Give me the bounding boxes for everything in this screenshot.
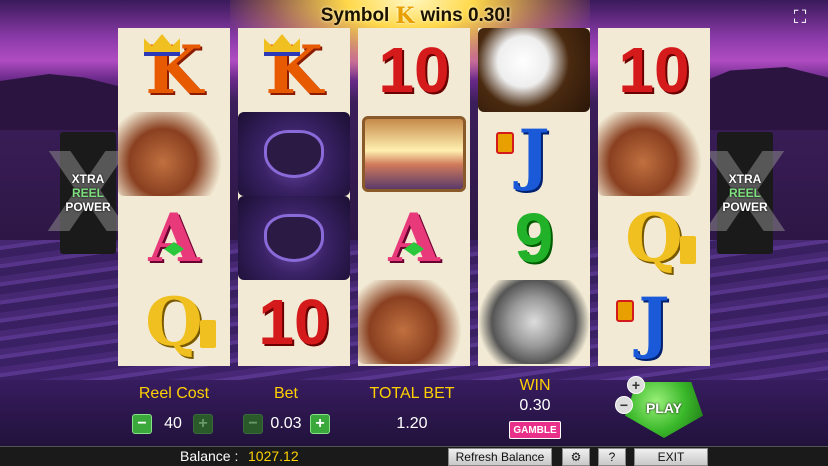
reel-2-cell-4: 10 [238, 280, 350, 364]
symbol-q: Q [145, 283, 203, 361]
reel-1: K A Q [118, 28, 230, 366]
side-right-line3: POWER [722, 200, 768, 214]
symbol-j: J [638, 283, 670, 361]
total-bet-value: 1.20 [396, 415, 428, 432]
settings-gear-icon[interactable]: ⚙ [562, 448, 590, 466]
symbol-10: 10 [618, 34, 690, 106]
fullscreen-icon[interactable]: ⛶ [788, 6, 812, 28]
symbol-a: A [388, 199, 440, 277]
symbol-10: 10 [258, 286, 330, 358]
autoplay-plus-button[interactable]: + [627, 376, 645, 394]
bet-minus-button[interactable]: − [243, 414, 263, 434]
win-value: 0.30 [519, 397, 551, 414]
crown-icon [200, 320, 216, 348]
reel-cost-plus-button[interactable]: + [193, 414, 213, 434]
side-right-line1: XTRA [728, 172, 762, 186]
win-banner: Symbol K wins 0.30! [300, 2, 532, 30]
side-left-line3: POWER [65, 200, 111, 214]
reel-cost-label: Reel Cost [138, 385, 210, 402]
elk-symbol-icon [118, 112, 230, 196]
reel-3-cell-3: A [358, 196, 470, 280]
symbol-a: A [148, 199, 200, 277]
reel-2-cell-1: K [238, 28, 350, 112]
refresh-balance-button[interactable]: Refresh Balance [448, 448, 552, 466]
side-left-line1: XTRA [71, 172, 105, 186]
eagle-symbol-icon [478, 28, 590, 112]
reel-4-cell-2: J [478, 112, 590, 196]
side-left-line2: REEL [71, 186, 104, 200]
reel-4: J 9 [478, 28, 590, 366]
bet-plus-button[interactable]: + [310, 414, 330, 434]
autoplay-minus-button[interactable]: − [615, 396, 633, 414]
balance-label: Balance : [180, 448, 239, 464]
side-right-line2: REEL [728, 186, 761, 200]
bet-value: 0.03 [270, 415, 302, 432]
reel-5-cell-3: Q [598, 196, 710, 280]
reel-1-cell-3: A [118, 196, 230, 280]
bet-label: Bet [273, 385, 298, 402]
game-stage: Symbol K wins 0.30! ⛶ X XTRA REEL POWER … [0, 0, 828, 466]
total-bet-label: TOTAL BET [369, 385, 455, 402]
sunset-scatter-icon [362, 116, 466, 192]
reel-2: K 10 [238, 28, 350, 366]
symbol-10: 10 [378, 34, 450, 106]
xtra-reel-power-right: X XTRA REEL POWER [703, 132, 787, 254]
play-button[interactable]: PLAY + − [611, 376, 713, 438]
xtra-reel-power-left: X XTRA REEL POWER [46, 132, 130, 254]
shield-icon [616, 300, 634, 322]
symbol-q: Q [625, 199, 683, 277]
reel-5-cell-1: 10 [598, 28, 710, 112]
reel-5: 10 Q J [598, 28, 710, 366]
win-banner-suffix: wins 0.30! [420, 5, 512, 26]
symbol-9: 9 [514, 199, 554, 277]
reel-5-cell-4: J [598, 280, 710, 364]
balance-value: 1027.12 [248, 448, 299, 464]
exit-button[interactable]: EXIT [634, 448, 708, 466]
shield-icon [496, 132, 514, 154]
reel-1-cell-1: K [118, 28, 230, 112]
buffalo-symbol-icon [238, 112, 350, 196]
reel-3-cell-1: 10 [358, 28, 470, 112]
buffalo-symbol-icon [238, 196, 350, 280]
bet-controls: Reel Cost − 40 + Bet − 0.03 + TOTAL BET … [0, 376, 828, 446]
reel-4-cell-3: 9 [478, 196, 590, 280]
gamble-button[interactable]: GAMBLE [509, 421, 561, 439]
wolf-symbol-icon [478, 280, 590, 364]
help-button[interactable]: ? [598, 448, 626, 466]
reel-3: 10 A [358, 28, 470, 366]
win-banner-prefix: Symbol [320, 5, 390, 26]
status-bar: Balance : 1027.12 Refresh Balance ⚙ ? EX… [0, 446, 828, 466]
reel-1-cell-4: Q [118, 280, 230, 364]
win-label: WIN [519, 377, 551, 394]
crown-icon [680, 236, 696, 264]
reel-cost-minus-button[interactable]: − [132, 414, 152, 434]
reel-cost-value: 40 [164, 415, 182, 432]
elk-symbol-icon [598, 112, 710, 196]
elk-symbol-icon [358, 280, 470, 364]
win-banner-symbol: K [395, 3, 415, 29]
play-button-label: PLAY [645, 400, 683, 416]
symbol-j: J [518, 115, 550, 193]
